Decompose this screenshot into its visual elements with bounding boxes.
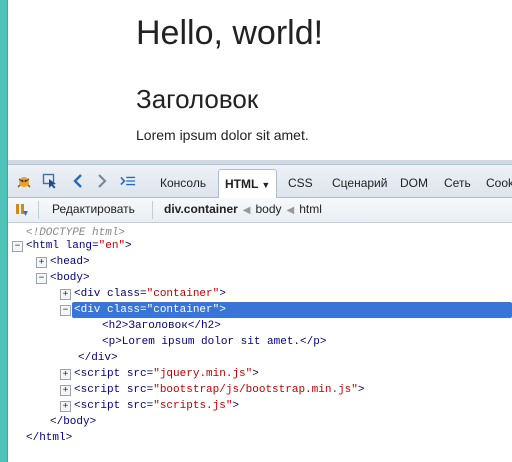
tab-html-label: HTML — [225, 177, 259, 191]
tag-text: > — [232, 400, 240, 412]
tag-text: <head> — [50, 256, 90, 268]
tag-text: </body> — [50, 416, 97, 428]
breadcrumb-item-html[interactable]: html — [299, 202, 322, 216]
attr-text: src= — [126, 400, 154, 412]
tab-script[interactable]: Сценарий — [326, 169, 393, 197]
tree-node-div-end: </div> — [78, 350, 118, 366]
breadcrumb-arrow-icon: ◀ — [242, 205, 251, 216]
back-arrow-icon[interactable] — [70, 173, 86, 189]
expand-icon[interactable]: + — [60, 385, 71, 396]
tag-text: > — [125, 240, 132, 252]
tag-text: <script — [74, 400, 121, 412]
tag-text: <html — [26, 240, 60, 252]
forward-arrow-icon[interactable] — [94, 173, 110, 189]
window-edge — [0, 0, 8, 462]
page-subheading: Заголовок — [136, 84, 259, 114]
tree-node-html-end: </html> — [26, 430, 72, 446]
tag-text: </html> — [26, 432, 73, 444]
inspect-element-icon[interactable] — [42, 173, 58, 189]
attr-text: lang= — [65, 240, 99, 252]
tree-node-script-scripts[interactable]: <script src="scripts.js"> — [74, 398, 239, 414]
tag-text: <p>Lorem ipsum dolor sit amet.</p> — [102, 336, 327, 348]
breadcrumb-item-body[interactable]: body — [256, 202, 282, 216]
tag-text: <div — [74, 304, 101, 316]
tab-dom[interactable]: DOM — [394, 169, 434, 197]
attr-value: "scripts.js" — [153, 400, 233, 412]
pause-break-icon[interactable] — [14, 202, 30, 218]
tree-node-h2[interactable]: <h2>Заголовок</h2> — [102, 318, 221, 334]
attr-text: src= — [126, 368, 154, 380]
tab-css[interactable]: CSS — [282, 169, 319, 197]
breadcrumb-arrow-icon: ◀ — [286, 205, 295, 216]
tree-node-script-bootstrap[interactable]: <script src="bootstrap/js/bootstrap.min.… — [74, 382, 364, 398]
tag-text: </div> — [78, 352, 118, 364]
tab-cookies[interactable]: Cook — [480, 169, 512, 197]
page-paragraph: Lorem ipsum dolor sit amet. — [136, 127, 309, 143]
tree-node-p[interactable]: <p>Lorem ipsum dolor sit amet.</p> — [102, 334, 326, 350]
tab-bar: Консоль HTML ▼ CSS Сценарий DOM Сеть Cook — [8, 165, 512, 198]
attr-value: "jquery.min.js" — [153, 368, 253, 380]
tree-node-body-end: </body> — [50, 414, 96, 430]
page-preview: Hello, world! Заголовок Lorem ipsum dolo… — [8, 0, 512, 160]
tag-text: <script — [74, 384, 121, 396]
toolbar-separator — [38, 201, 39, 219]
attr-value: "en" — [98, 240, 126, 252]
attr-value: "bootstrap/js/bootstrap.min.js" — [153, 384, 358, 396]
html-tree: <!DOCTYPE html> − <html lang="en"> + <he… — [8, 223, 512, 462]
breadcrumb-item-current[interactable]: div.container — [164, 202, 238, 216]
expand-icon[interactable]: + — [36, 257, 47, 268]
chevron-down-icon[interactable]: ▼ — [261, 180, 270, 190]
toolbar-separator — [152, 201, 153, 219]
tree-node-div-container[interactable]: <div class="container"> — [74, 286, 226, 302]
command-line-icon[interactable] — [120, 173, 136, 189]
tag-text: > — [219, 304, 226, 316]
tag-text: > — [219, 288, 226, 300]
breadcrumb: div.container ◀ body ◀ html — [164, 202, 322, 216]
collapse-icon[interactable]: − — [60, 305, 71, 316]
edit-button[interactable]: Редактировать — [52, 202, 135, 216]
tree-node-script-jquery[interactable]: <script src="jquery.min.js"> — [74, 366, 259, 382]
firebug-panel: Консоль HTML ▼ CSS Сценарий DOM Сеть Cook… — [8, 160, 512, 462]
tag-text: <script — [74, 368, 121, 380]
tree-node-html[interactable]: <html lang="en"> — [26, 238, 132, 254]
tree-node-div-container-selected[interactable]: <div class="container"> — [74, 302, 226, 318]
expand-icon[interactable]: + — [60, 289, 71, 300]
tag-text: <body> — [50, 272, 90, 284]
attr-text: class= — [107, 304, 147, 316]
collapse-icon[interactable]: − — [36, 273, 47, 284]
attr-text: src= — [126, 384, 154, 396]
attr-value: "container" — [146, 304, 220, 316]
attr-value: "container" — [146, 288, 220, 300]
tree-node-body[interactable]: <body> — [50, 270, 90, 286]
tag-text: > — [357, 384, 365, 396]
page-heading: Hello, world! — [136, 14, 324, 52]
attr-text: class= — [107, 288, 147, 300]
collapse-icon[interactable]: − — [12, 241, 23, 252]
tag-text: > — [252, 368, 259, 380]
expand-icon[interactable]: + — [60, 369, 71, 380]
tab-console[interactable]: Консоль — [154, 169, 212, 197]
firebug-icon[interactable] — [16, 173, 32, 189]
tab-net[interactable]: Сеть — [438, 169, 477, 197]
html-toolbar: Редактировать div.container ◀ body ◀ html — [8, 198, 512, 223]
tree-node-head[interactable]: <head> — [50, 254, 90, 270]
tab-html[interactable]: HTML ▼ — [218, 169, 278, 198]
tag-text: <h2>Заголовок</h2> — [102, 320, 221, 332]
tag-text: <div — [74, 288, 101, 300]
expand-icon[interactable]: + — [60, 401, 71, 412]
